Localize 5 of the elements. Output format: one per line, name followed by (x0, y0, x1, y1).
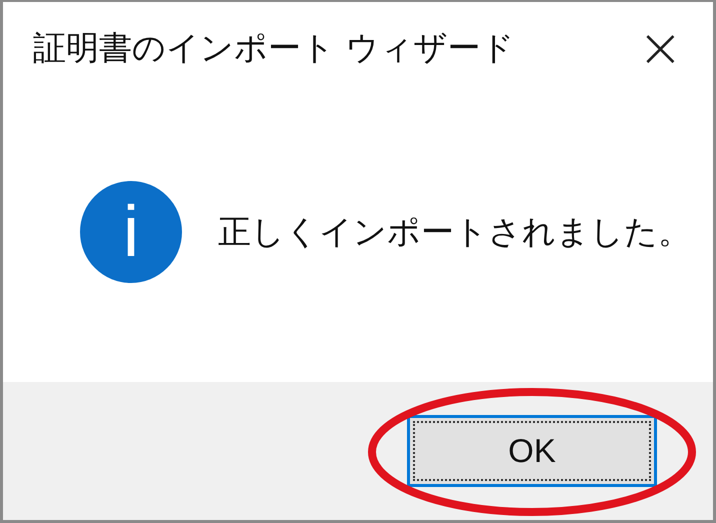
info-icon: i (80, 181, 182, 283)
close-button[interactable]: × (630, 21, 691, 75)
ok-button[interactable]: OK (407, 415, 657, 487)
window-title: 証明書のインポート ウィザード (33, 26, 514, 68)
message-text: 正しくインポートされました。 (218, 210, 691, 252)
